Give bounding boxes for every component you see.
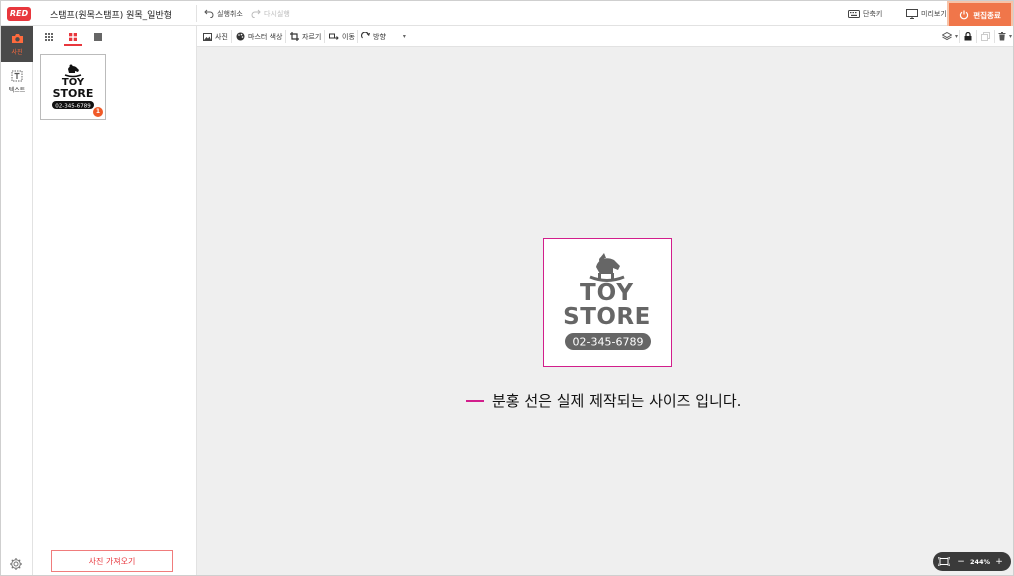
stamp-artwork: TOY STORE 02-345-6789: [563, 253, 651, 350]
move-icon: [329, 33, 339, 40]
guide-pink-line: [466, 399, 484, 402]
finish-edit-button[interactable]: 편집종료: [947, 1, 1013, 29]
divider: [994, 30, 995, 43]
finish-label: 편집종료: [973, 10, 1001, 20]
usage-count-badge: 1: [93, 107, 103, 117]
copy-icon: [981, 32, 990, 41]
delete-button[interactable]: ▾: [998, 26, 1012, 47]
crop-icon: [290, 32, 299, 41]
divider: [324, 30, 325, 43]
rotate-icon: [361, 32, 370, 39]
layers-icon: [942, 32, 952, 41]
keyboard-icon: [848, 9, 860, 18]
top-bar: RED 스탬프(원목스탬프) 원목_일반형 실행취소 다시실행 단축키 미리보기…: [1, 1, 1013, 29]
rail-text-label: 텍스트: [8, 87, 26, 94]
layer-chevron-icon: ▾: [955, 33, 959, 40]
undo-label: 실행취소: [217, 9, 243, 18]
shortcut-button[interactable]: 단축키: [848, 1, 882, 26]
tool-move-button[interactable]: 이동: [329, 26, 355, 47]
tool-master-color-label: 마스터 색상: [248, 32, 283, 41]
view-medium-grid-button[interactable]: [63, 29, 83, 46]
rail-item-text[interactable]: 텍스트: [1, 64, 33, 100]
stamp-text-phone: 02-345-6789: [573, 336, 644, 349]
rail-photo-label: 사진: [11, 48, 23, 56]
chevron-down-icon[interactable]: ▾: [403, 33, 406, 40]
divider: [357, 30, 358, 43]
divider: [976, 30, 977, 43]
thumb-text-store: STORE: [53, 87, 94, 100]
photo-thumbnail[interactable]: TOY STORE 02-345-6789 1: [40, 54, 106, 120]
canvas-area[interactable]: TOY STORE 02-345-6789 분홍 선은 실제 제작되는 사이즈 …: [197, 47, 1013, 575]
trash-icon: [998, 32, 1006, 41]
editor-window: RED 스탬프(원목스탬프) 원목_일반형 실행취소 다시실행 단축키 미리보기…: [0, 0, 1014, 576]
preview-label: 미리보기: [921, 9, 947, 18]
stamp-text-toy: TOY: [580, 280, 634, 306]
zoom-level: 244%: [969, 557, 991, 566]
palette-icon: [236, 32, 245, 41]
tool-photo-button[interactable]: 사진: [203, 26, 228, 47]
thumb-text-phone: 02-345-6789: [55, 104, 91, 110]
power-icon: [960, 10, 969, 20]
tool-photo-label: 사진: [215, 32, 228, 41]
monitor-icon: [906, 8, 918, 19]
import-photo-button[interactable]: 사진 가져오기: [51, 550, 173, 572]
zoom-in-button[interactable]: +: [993, 557, 1005, 567]
tool-crop-button[interactable]: 자르기: [290, 26, 321, 47]
stamp-print-area[interactable]: TOY STORE 02-345-6789: [543, 238, 672, 367]
shortcut-label: 단축키: [863, 9, 883, 18]
undo-button[interactable]: 실행취소: [204, 1, 243, 26]
copy-button[interactable]: [981, 26, 990, 47]
redo-button[interactable]: 다시실행: [251, 1, 290, 26]
document-title: 스탬프(원목스탬프) 원목_일반형: [50, 11, 173, 21]
rail-item-photo[interactable]: 사진: [1, 26, 33, 62]
delete-chevron-icon: ▾: [1009, 33, 1013, 40]
view-toggles: [33, 26, 197, 47]
zoom-control: − 244% +: [933, 552, 1011, 571]
redo-icon: [251, 9, 261, 18]
tool-crop-label: 자르기: [302, 32, 322, 41]
fit-screen-icon: [938, 557, 950, 566]
left-rail: 사진 텍스트: [1, 26, 33, 575]
lock-button[interactable]: [964, 26, 972, 47]
text-box-icon: [11, 70, 23, 82]
view-small-grid-button[interactable]: [39, 29, 59, 45]
camera-icon: [11, 33, 23, 43]
divider: [285, 30, 286, 43]
undo-icon: [204, 9, 214, 18]
lock-icon: [964, 32, 972, 41]
guide-text: 분홍 선은 실제 제작되는 사이즈 입니다.: [492, 392, 742, 410]
divider: [959, 30, 960, 43]
logo: RED: [7, 7, 31, 21]
tool-move-label: 이동: [342, 32, 355, 41]
redo-label: 다시실행: [264, 9, 290, 18]
view-large-button[interactable]: [88, 29, 108, 45]
photo-panel: TOY STORE 02-345-6789 1 사진 가져오기: [33, 26, 197, 575]
divider: [231, 30, 232, 43]
image-icon: [203, 32, 212, 41]
preview-button[interactable]: 미리보기: [906, 1, 947, 26]
grid-medium-icon: [69, 33, 77, 41]
grid-small-icon: [45, 33, 53, 41]
tool-master-color-button[interactable]: 마스터 색상: [236, 26, 282, 47]
grid-large-icon: [94, 33, 102, 41]
divider: [196, 5, 197, 22]
layer-button[interactable]: ▾: [942, 26, 958, 47]
gear-icon: [10, 558, 22, 570]
zoom-out-button[interactable]: −: [955, 557, 967, 567]
stamp-text-store: STORE: [563, 304, 651, 330]
settings-button[interactable]: [9, 557, 23, 571]
fit-to-screen-button[interactable]: [933, 552, 955, 571]
tool-direction-button[interactable]: 방향 ▾: [361, 26, 406, 47]
edit-toolbar: 사진 마스터 색상 자르기 이동 방향 ▾ ▾ ▾: [197, 26, 1013, 47]
tool-direction-label: 방향: [373, 32, 386, 41]
size-guide: 분홍 선은 실제 제작되는 사이즈 입니다.: [466, 390, 741, 411]
